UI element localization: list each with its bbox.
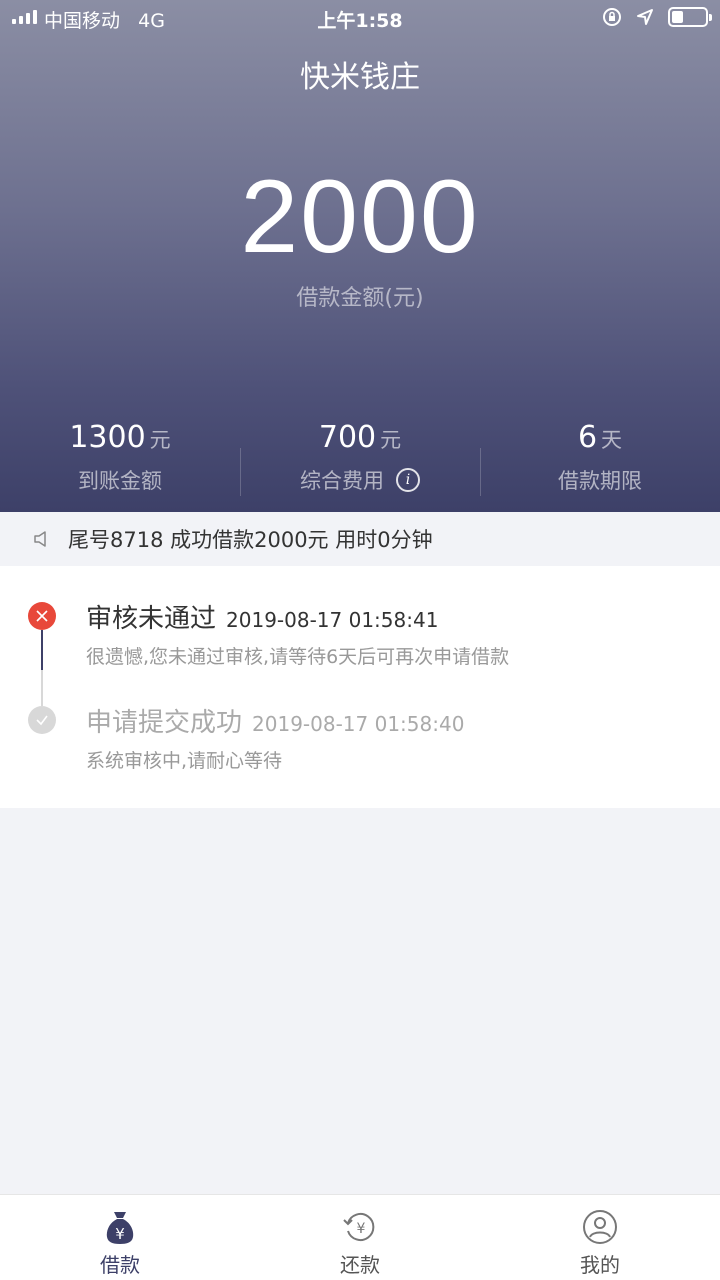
stat-unit: 元 [380,428,402,452]
stat-fee: 700 元 综合费用 i [240,420,480,510]
app-title: 快米钱庄 [300,60,420,95]
tab-label: 借款 [100,1253,140,1277]
notice-text: 尾号8718 成功借款2000元 用时0分钟 [68,528,433,552]
stat-unit: 元 [149,428,171,452]
rotation-lock-icon [603,8,621,26]
tab-mine[interactable]: 我的 [480,1195,720,1280]
timeline-desc: 系统审核中,请耐心等待 [86,750,283,772]
stat-value: 1300 [69,420,146,455]
loan-amount-label: 借款金额(元) [296,286,424,311]
user-icon [583,1210,617,1244]
timeline-desc: 很遗憾,您未通过审核,请等待6天后可再次申请借款 [86,646,510,668]
timeline-time: 2019-08-17 01:58:41 [226,608,439,632]
stat-value: 6 [577,420,598,455]
timeline-connector [41,670,43,706]
close-icon [28,602,56,630]
tab-borrow[interactable]: ¥ 借款 [0,1195,240,1280]
tab-label: 我的 [580,1253,620,1277]
stat-value: 700 [318,420,377,455]
loan-amount: 2000 [240,159,480,275]
stat-received: 1300 元 到账金额 [0,420,240,510]
stat-unit: 天 [601,428,623,452]
stat-label-wrap: 综合费用 i [300,465,420,495]
battery-icon [668,7,712,27]
stat-label: 借款期限 [558,469,642,493]
svg-text:¥: ¥ [115,1225,125,1243]
tab-bar: ¥ 借款 ¥ 还款 我的 [0,1194,720,1280]
location-icon [637,9,653,25]
tab-repay[interactable]: ¥ 还款 [240,1195,480,1280]
status-bar: 中国移动 4G 上午1:58 [0,0,720,36]
repay-icon: ¥ [343,1213,375,1241]
tab-label: 还款 [340,1253,380,1277]
header-hero: 中国移动 4G 上午1:58 快米钱庄 2000 借款金额(元) 1300 元 到… [0,0,720,512]
check-icon [28,706,56,734]
svg-text:¥: ¥ [357,1221,366,1237]
stat-label: 综合费用 [300,469,384,493]
money-bag-icon: ¥ [106,1212,134,1244]
timeline-title: 审核未通过 2019-08-17 01:58:41 [86,604,439,634]
info-icon[interactable]: i [396,468,420,492]
status-timeline: 审核未通过 2019-08-17 01:58:41 很遗憾,您未通过审核,请等待6… [0,566,720,808]
timeline-connector [41,630,43,670]
stat-label: 到账金额 [78,469,162,493]
timeline-time: 2019-08-17 01:58:40 [252,712,465,736]
speaker-icon [34,531,46,547]
stat-term: 6天 借款期限 [480,420,720,510]
loan-stats: 1300 元 到账金额 700 元 综合费用 i 6天 借款期限 [0,420,720,510]
timeline-title: 申请提交成功 2019-08-17 01:58:40 [86,708,465,738]
notice-bar: 尾号8718 成功借款2000元 用时0分钟 [0,513,720,565]
